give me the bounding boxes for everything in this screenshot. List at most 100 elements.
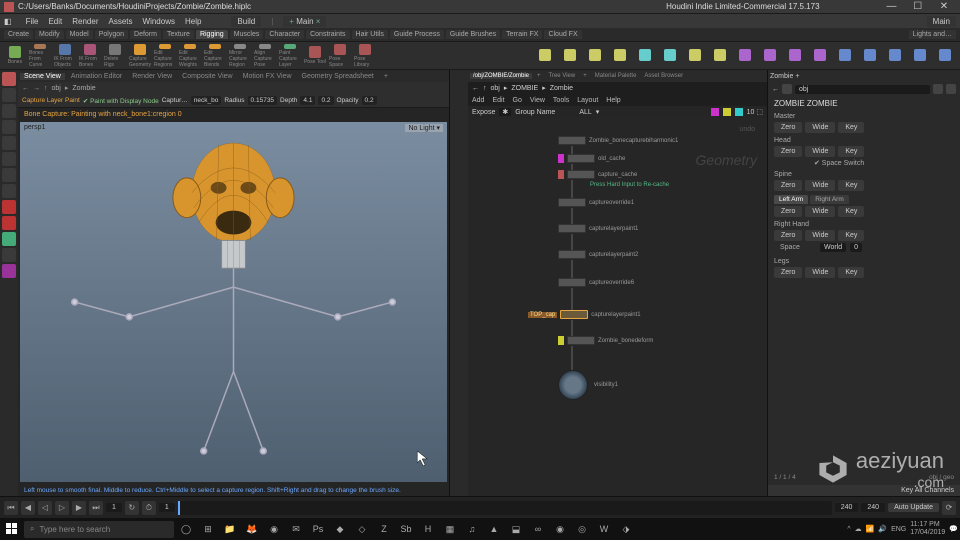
- tool-view-icon[interactable]: [2, 184, 16, 198]
- tab-right-arm[interactable]: Right Arm: [810, 195, 849, 204]
- menu-help[interactable]: Help: [185, 17, 201, 26]
- frame-range-start[interactable]: 1: [159, 503, 175, 512]
- tab-motionfx[interactable]: Motion FX View: [239, 73, 296, 80]
- shelf-tab-model[interactable]: Model: [66, 30, 93, 39]
- node-old-cache[interactable]: old_cache: [558, 154, 625, 163]
- tool-ik-bones[interactable]: IK From Bones: [79, 44, 101, 68]
- net-menu-tools[interactable]: Tools: [553, 97, 569, 104]
- bone-field[interactable]: neck_bo: [191, 96, 222, 105]
- tool-snap-icon[interactable]: [2, 168, 16, 182]
- net-tab-tree[interactable]: Tree View: [546, 73, 579, 79]
- app-houdini-icon[interactable]: H: [418, 520, 438, 538]
- tool-sky-light[interactable]: [659, 44, 681, 68]
- tray-wifi-icon[interactable]: 📶: [866, 525, 875, 533]
- auto-update[interactable]: Auto Update: [888, 503, 939, 512]
- node-ring-icon[interactable]: [558, 370, 588, 400]
- desktop-selector[interactable]: Build: [231, 16, 261, 27]
- app-zbrush-icon[interactable]: Z: [374, 520, 394, 538]
- app-vs-icon[interactable]: ∞: [528, 520, 548, 538]
- btn-key[interactable]: Key: [838, 267, 864, 278]
- filter-swatch[interactable]: [711, 108, 719, 116]
- filter-all[interactable]: ALL: [579, 109, 591, 116]
- shelf-tab-lights[interactable]: Lights and…: [909, 30, 956, 39]
- tool-flipbook-icon[interactable]: [2, 216, 16, 230]
- cortana-icon[interactable]: ◯: [176, 520, 196, 538]
- btn-wide[interactable]: Wide: [805, 146, 835, 157]
- tool-portal-light[interactable]: [684, 44, 706, 68]
- play-first-icon[interactable]: ⏮: [4, 501, 18, 515]
- play-last-icon[interactable]: ⏭: [89, 501, 103, 515]
- tool-capture-geo[interactable]: Capture Geometry: [129, 44, 151, 68]
- capture-menu[interactable]: Captur…: [162, 97, 188, 104]
- tool-volume[interactable]: [809, 44, 831, 68]
- node-bonedeform[interactable]: Zombie_bonedeform: [558, 336, 653, 345]
- tool-vr[interactable]: [884, 44, 906, 68]
- filter-swatch[interactable]: [735, 108, 743, 116]
- node-visibility[interactable]: visibility1: [594, 382, 618, 388]
- node-override6[interactable]: captureoverride6: [558, 278, 634, 287]
- app-icon[interactable]: ▦: [440, 520, 460, 538]
- space-switch-check[interactable]: ✔ Space Switch: [814, 159, 954, 167]
- app-firefox-icon[interactable]: 🦊: [242, 520, 262, 538]
- node-paint1[interactable]: capturelayerpaint1: [558, 224, 638, 233]
- net-menu-go[interactable]: Go: [513, 97, 522, 104]
- houdini-icon[interactable]: ◧: [4, 17, 12, 26]
- play-back-icon[interactable]: ◁: [38, 501, 52, 515]
- tab-render-view[interactable]: Render View: [128, 73, 176, 80]
- tray-notif-icon[interactable]: 💬: [949, 525, 958, 533]
- app-photoshop-icon[interactable]: Ps: [308, 520, 328, 538]
- display-mode[interactable]: ✔ Paint with Display Node: [83, 97, 159, 105]
- param-path[interactable]: obj: [795, 85, 930, 94]
- tool-distant-light[interactable]: [609, 44, 631, 68]
- tool-handle-icon[interactable]: [2, 152, 16, 166]
- menu-render[interactable]: Render: [72, 17, 98, 26]
- tool-switcher[interactable]: [909, 44, 931, 68]
- path-obj[interactable]: obj: [52, 85, 61, 92]
- nav-back-icon[interactable]: ←: [772, 86, 779, 93]
- app-discord-icon[interactable]: ◉: [550, 520, 570, 538]
- viewport-3d[interactable]: persp1 No Light ▾: [20, 122, 447, 482]
- node-paint2[interactable]: capturelayerpaint2: [558, 250, 638, 259]
- tool-pose-lib[interactable]: Pose Library: [354, 44, 376, 68]
- play-next-icon[interactable]: ▶: [72, 501, 86, 515]
- shelf-tab-polygon[interactable]: Polygon: [95, 30, 128, 39]
- tray-cloud-icon[interactable]: ☁: [855, 525, 862, 533]
- tool-geo-light[interactable]: [584, 44, 606, 68]
- tray-lang[interactable]: ENG: [891, 526, 906, 533]
- shelf-tab-hair[interactable]: Hair Utils: [352, 30, 388, 39]
- app-explorer-icon[interactable]: 📁: [220, 520, 240, 538]
- path-zombie[interactable]: Zombie: [72, 85, 95, 92]
- tool-layout-icon[interactable]: [2, 248, 16, 262]
- tool-camera[interactable]: [859, 44, 881, 68]
- cook-icon[interactable]: ⟳: [942, 501, 956, 515]
- tray-time[interactable]: 11:17 PM: [910, 521, 939, 528]
- tab-add[interactable]: +: [380, 73, 392, 80]
- start-button[interactable]: [2, 520, 22, 538]
- net-menu-help[interactable]: Help: [606, 97, 620, 104]
- app-unity-icon[interactable]: ◇: [352, 520, 372, 538]
- depth-field[interactable]: 4.1: [300, 96, 315, 105]
- tool-bones-curve[interactable]: Bones From Curve: [29, 44, 51, 68]
- camera-label[interactable]: persp1: [24, 124, 45, 131]
- net-tab-add2[interactable]: +: [580, 73, 590, 79]
- path-zombie-geo[interactable]: Zombie: [550, 85, 573, 92]
- btn-wide[interactable]: Wide: [805, 122, 835, 133]
- space-num[interactable]: 0: [850, 243, 862, 252]
- app-substance-icon[interactable]: Sb: [396, 520, 416, 538]
- tab-left-arm[interactable]: Left Arm: [774, 195, 808, 204]
- taskbar-search[interactable]: ⌕ Type here to search: [24, 521, 174, 538]
- tool-indirect[interactable]: [784, 44, 806, 68]
- tool-pose-icon[interactable]: [2, 136, 16, 150]
- menu-assets[interactable]: Assets: [109, 17, 133, 26]
- app-icon[interactable]: ♫: [462, 520, 482, 538]
- main-pane[interactable]: + Main ×: [283, 16, 326, 27]
- nav-fwd-icon[interactable]: →: [33, 85, 40, 92]
- close-button[interactable]: ✕: [932, 1, 956, 12]
- menu-file[interactable]: File: [26, 17, 39, 26]
- shelf-tab-deform[interactable]: Deform: [130, 30, 161, 39]
- tool-inspect-icon[interactable]: [2, 232, 16, 246]
- app-steam-icon[interactable]: ⬗: [616, 520, 636, 538]
- tool-move-icon[interactable]: [2, 88, 16, 102]
- tool-opt-icon[interactable]: [2, 264, 16, 278]
- frame-last[interactable]: 240: [861, 503, 885, 512]
